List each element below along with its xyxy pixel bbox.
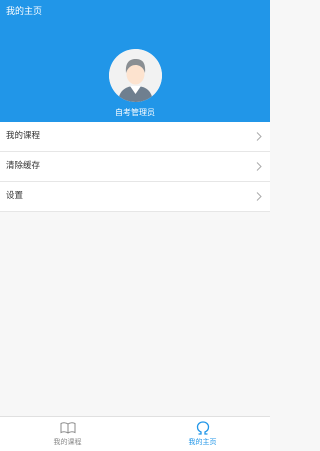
username: 自考管理员	[115, 108, 155, 117]
bottom-tab-bar: 我的课程 我的主页	[0, 416, 270, 451]
omega-icon	[196, 421, 209, 435]
tab-label: 我的课程	[53, 438, 82, 446]
chevron-right-icon	[256, 192, 262, 201]
chevron-right-icon	[256, 162, 262, 171]
menu-item-settings[interactable]: 设置	[0, 182, 270, 212]
open-book-icon	[60, 422, 75, 434]
menu-item-label: 清除缓存	[6, 161, 41, 171]
menu-item-clear-cache[interactable]: 清除缓存	[0, 152, 270, 182]
chevron-right-icon	[256, 132, 262, 141]
menu-item-label: 我的课程	[6, 131, 41, 141]
menu-item-my-courses[interactable]: 我的课程	[0, 122, 270, 152]
user-avatar-icon	[109, 49, 162, 102]
tab-my-courses[interactable]: 我的课程	[0, 417, 135, 451]
page-title: 我的主页	[6, 7, 43, 17]
tab-label: 我的主页	[188, 438, 217, 446]
tab-my-homepage[interactable]: 我的主页	[135, 417, 270, 451]
avatar[interactable]	[109, 49, 162, 102]
header: 我的主页 自考管理员	[0, 0, 270, 122]
menu-item-label: 设置	[6, 191, 24, 201]
menu-list: 我的课程 清除缓存 设置	[0, 122, 270, 212]
